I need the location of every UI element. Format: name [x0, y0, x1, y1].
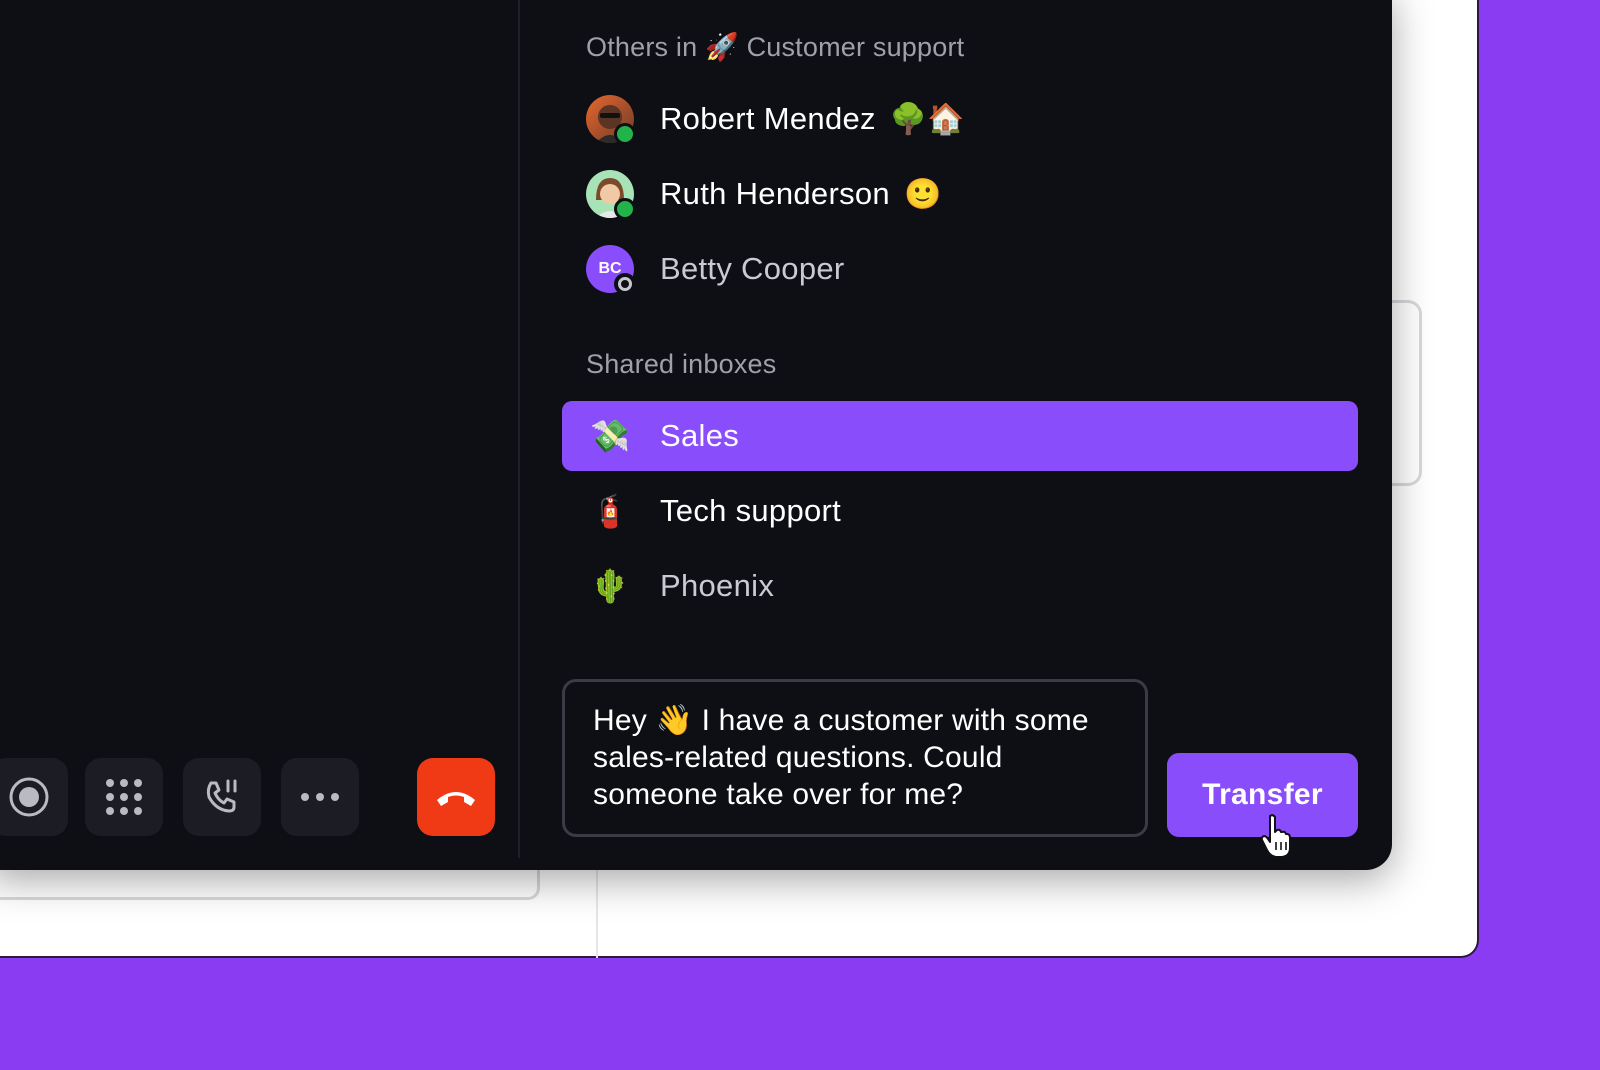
avatar: BC	[586, 245, 636, 295]
avatar	[586, 170, 636, 220]
inbox-item-tech-support[interactable]: 🧯 Tech support	[562, 476, 1358, 546]
fire-extinguisher-icon: 🧯	[590, 493, 630, 529]
record-icon	[7, 775, 51, 819]
message-text: Hey 👋 I have a customer with some sales-…	[593, 704, 1089, 811]
person-name: Robert Mendez	[660, 101, 876, 136]
inboxes-section-title: Shared inboxes	[586, 349, 777, 379]
avatar	[586, 95, 636, 145]
online-status-icon	[614, 123, 636, 145]
person-row[interactable]: Ruth Henderson 🙂	[586, 168, 941, 220]
cactus-icon: 🌵	[590, 568, 630, 604]
inbox-item-sales[interactable]: 💸 Sales	[562, 401, 1358, 471]
record-button[interactable]	[0, 758, 68, 836]
others-section-title: Others in 🚀 Customer support	[586, 32, 965, 62]
away-status-icon	[614, 273, 636, 295]
keypad-icon	[104, 777, 144, 817]
person-name: Ruth Henderson	[660, 176, 890, 211]
person-name: Betty Cooper	[660, 251, 845, 286]
hangup-button[interactable]	[417, 758, 495, 836]
more-button[interactable]	[281, 758, 359, 836]
more-icon	[300, 792, 340, 802]
status-emoji: 🙂	[903, 177, 942, 211]
online-status-icon	[614, 198, 636, 220]
inbox-item-phoenix[interactable]: 🌵 Phoenix	[562, 551, 1358, 621]
inbox-label: Phoenix	[660, 568, 775, 603]
hangup-icon	[434, 786, 478, 808]
keypad-button[interactable]	[85, 758, 163, 836]
person-row[interactable]: BC Betty Cooper	[586, 243, 845, 295]
status-emoji: 🌳🏠	[889, 102, 965, 136]
hold-transfer-button[interactable]	[183, 758, 261, 836]
transfer-message-input[interactable]: Hey 👋 I have a customer with some sales-…	[562, 679, 1148, 837]
inbox-label: Sales	[660, 418, 740, 453]
hand-cursor-icon	[1260, 814, 1291, 858]
pane-divider	[518, 0, 520, 858]
background-divider	[596, 860, 598, 958]
person-row[interactable]: Robert Mendez 🌳🏠	[586, 93, 965, 145]
money-wings-icon: 💸	[590, 418, 630, 454]
phone-transfer-icon	[202, 777, 242, 817]
inbox-label: Tech support	[660, 493, 842, 528]
